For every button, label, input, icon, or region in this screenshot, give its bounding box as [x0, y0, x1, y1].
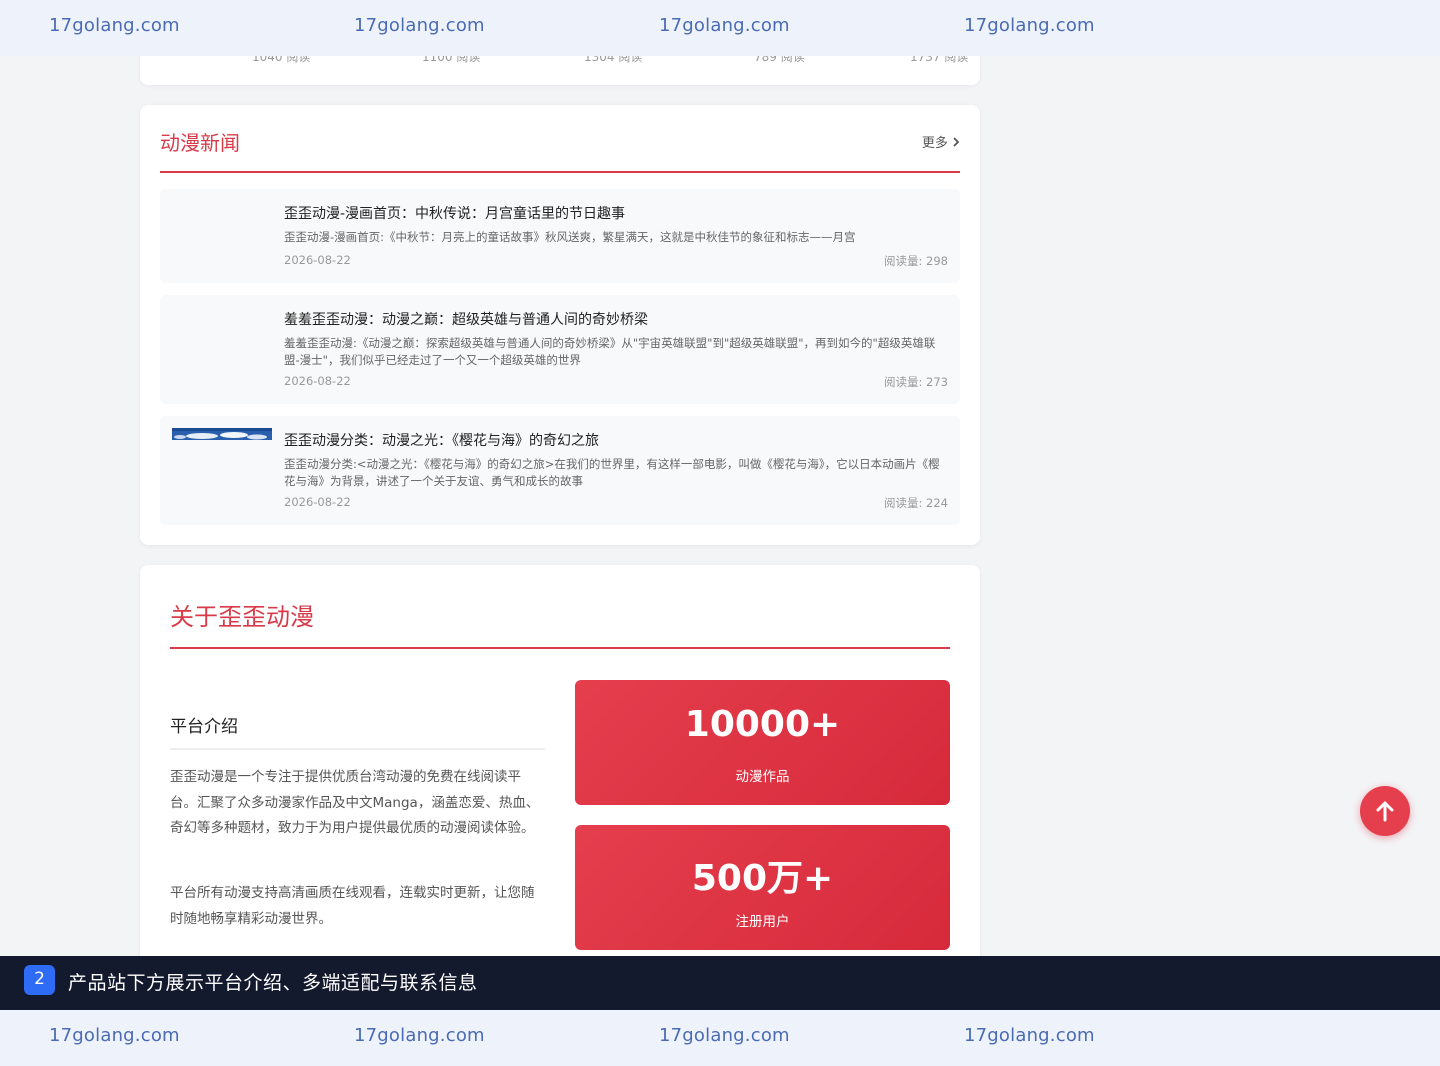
- watermark-text: 17golang.com: [354, 15, 485, 36]
- divider: [170, 647, 950, 649]
- watermark-text: 17golang.com: [49, 1025, 180, 1046]
- watermark-bar-bottom: 17golang.com 17golang.com 17golang.com 1…: [0, 1010, 1440, 1066]
- news-item[interactable]: 歪歪动漫-漫画首页：中秋传说：月宫童话里的节日趣事 歪歪动漫-漫画首页:《中秋节…: [160, 189, 960, 283]
- more-label: 更多: [921, 136, 948, 151]
- section-title: 动漫新闻: [160, 131, 240, 155]
- caption-bar: 2 产品站下方展示平台介绍、多端适配与联系信息: [0, 956, 1440, 1010]
- watermark-text: 17golang.com: [49, 15, 180, 36]
- news-thumbnail[interactable]: [172, 428, 272, 440]
- back-to-top-button[interactable]: [1360, 786, 1410, 836]
- watermark-text: 17golang.com: [659, 1025, 790, 1046]
- news-item-views: 阅读量: 224: [884, 496, 948, 510]
- more-link[interactable]: 更多: [922, 132, 960, 151]
- news-item-desc: 歪歪动漫分类:<动漫之光：《樱花与海》的奇幻之旅>在我们的世界里，有这样一部电影…: [284, 457, 940, 488]
- watermark-text: 17golang.com: [659, 15, 790, 36]
- news-item-views: 阅读量: 273: [884, 375, 948, 389]
- news-item-desc: 羞羞歪歪动漫:《动漫之巅：探索超级英雄与普通人间的奇妙桥梁》从"宇宙英雄联盟"到…: [284, 336, 936, 367]
- watermark-text: 17golang.com: [964, 1025, 1095, 1046]
- stat-number: 10000+: [684, 704, 841, 745]
- caption-text: 产品站下方展示平台介绍、多端适配与联系信息: [68, 972, 478, 994]
- divider: [170, 748, 545, 750]
- news-item-title[interactable]: 歪歪动漫-漫画首页：中秋传说：月宫童话里的节日趣事: [284, 203, 625, 223]
- news-item-views: 阅读量: 298: [884, 254, 948, 268]
- chevron-right-icon: [952, 136, 960, 151]
- intro-heading: 平台介绍: [170, 717, 238, 737]
- news-item-title[interactable]: 歪歪动漫分类：动漫之光：《樱花与海》的奇幻之旅: [284, 430, 599, 450]
- news-item-date: 2026-08-22: [284, 374, 351, 388]
- watermark-text: 17golang.com: [354, 1025, 485, 1046]
- news-item-title[interactable]: 羞羞歪歪动漫：动漫之巅：超级英雄与普通人间的奇妙桥梁: [284, 309, 648, 329]
- stat-label: 注册用户: [735, 914, 790, 930]
- news-item[interactable]: 歪歪动漫分类：动漫之光：《樱花与海》的奇幻之旅 歪歪动漫分类:<动漫之光：《樱花…: [160, 416, 960, 525]
- stat-card-works: 10000+ 动漫作品: [575, 680, 950, 805]
- news-item-date: 2026-08-22: [284, 253, 351, 267]
- news-item[interactable]: 羞羞歪歪动漫：动漫之巅：超级英雄与普通人间的奇妙桥梁 羞羞歪歪动漫:《动漫之巅：…: [160, 295, 960, 404]
- about-card: 关于歪歪动漫 平台介绍 歪歪动漫是一个专注于提供优质台湾动漫的免费在线阅读平台。…: [140, 565, 980, 1010]
- news-card: 动漫新闻 更多 歪歪动漫-漫画首页：中秋传说：月宫童话里的节日趣事 歪歪动漫-漫…: [140, 105, 980, 545]
- step-badge: 2: [24, 965, 55, 995]
- watermark-bar-top: 17golang.com 17golang.com 17golang.com 1…: [0, 0, 1440, 56]
- news-item-desc: 歪歪动漫-漫画首页:《中秋节：月亮上的童话故事》秋风送爽，繁星满天，这就是中秋佳…: [284, 230, 856, 244]
- stat-label: 动漫作品: [735, 769, 790, 785]
- section-title: 关于歪歪动漫: [170, 603, 314, 631]
- news-header: 动漫新闻 更多: [160, 127, 960, 173]
- stat-card-users: 500万+ 注册用户: [575, 825, 950, 950]
- intro-paragraph: 平台所有动漫支持高清画质在线观看，连载实时更新，让您随时随地畅享精彩动漫世界。: [170, 885, 535, 927]
- watermark-text: 17golang.com: [964, 15, 1095, 36]
- news-item-date: 2026-08-22: [284, 495, 351, 509]
- intro-paragraph: 歪歪动漫是一个专注于提供优质台湾动漫的免费在线阅读平台。汇聚了众多动漫家作品及中…: [170, 769, 540, 836]
- stat-number: 500万+: [691, 858, 834, 899]
